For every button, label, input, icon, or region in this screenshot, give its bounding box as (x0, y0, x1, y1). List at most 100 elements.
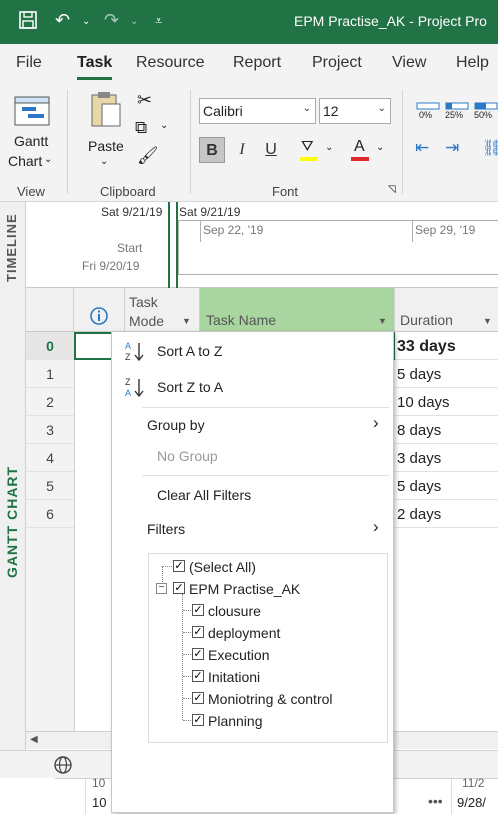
redo-dropdown-icon[interactable]: ⌄ (130, 16, 138, 27)
row-number[interactable]: 4 (26, 444, 74, 472)
sort-a-to-z-item[interactable]: A Z Sort A to Z (112, 332, 393, 368)
checkbox[interactable]: ✓ (192, 692, 204, 704)
project-option[interactable]: ✓ EPM Practise_AK (171, 579, 371, 599)
tab-task[interactable]: Task (77, 54, 113, 80)
copy-icon[interactable]: ⧉ (135, 118, 147, 138)
task-mode-label-1: Task (129, 294, 158, 310)
tab-file[interactable]: File (16, 54, 42, 72)
clear-all-filters-label: Clear All Filters (157, 487, 252, 503)
duration-cell[interactable]: 10 days (395, 388, 498, 416)
duration-cell[interactable]: 2 days (395, 500, 498, 528)
tab-help[interactable]: Help (456, 54, 489, 72)
italic-button[interactable]: I (229, 137, 255, 163)
task-name-filter-button[interactable]: ▼ (370, 288, 395, 332)
row-number[interactable]: 1 (26, 360, 74, 388)
checkbox[interactable]: ✓ (173, 582, 185, 594)
duration-column-header[interactable]: Duration ▼ (395, 288, 498, 332)
cut-icon[interactable]: ✂ (137, 90, 152, 111)
font-size-combo[interactable]: 12 ⌄ (319, 98, 391, 124)
duration-cell[interactable]: 3 days (395, 444, 498, 472)
filter-dropdown-icon[interactable]: ▼ (182, 316, 191, 326)
svg-text:Z: Z (125, 352, 131, 362)
undo-icon[interactable]: ↶ (55, 10, 70, 31)
gantt-chart-icon (14, 96, 50, 126)
twenty-five-percent-button[interactable]: 25% (445, 98, 469, 122)
tab-report[interactable]: Report (233, 54, 281, 72)
svg-text:A: A (125, 388, 131, 398)
select-all-option[interactable]: ✓ (Select All) (171, 557, 371, 577)
filter-option[interactable]: ✓ deployment (183, 623, 383, 643)
chevron-down-icon: ⌄ (100, 156, 109, 167)
filter-dropdown-icon[interactable]: ▼ (483, 316, 492, 326)
copy-dropdown-icon[interactable]: ⌄ (160, 120, 168, 131)
chevron-down-icon[interactable]: ⌄ (325, 142, 333, 153)
indicators-column-header[interactable] (74, 288, 125, 332)
tab-resource[interactable]: Resource (136, 54, 204, 72)
no-group-item[interactable]: No Group (112, 442, 393, 472)
sort-a-to-z-label: Sort A to Z (157, 343, 223, 359)
timeline-current-marker (168, 202, 170, 288)
row-number[interactable]: 6 (26, 500, 74, 528)
filters-item[interactable]: Filters › (112, 513, 393, 543)
filter-option[interactable]: ✓ Initationi (183, 667, 383, 687)
task-name-column-header[interactable]: Task Name (200, 288, 395, 332)
duration-cell[interactable]: 8 days (395, 416, 498, 444)
duration-cell[interactable]: 33 days (395, 332, 498, 360)
globe-icon[interactable] (53, 755, 73, 775)
checkbox[interactable]: ✓ (192, 670, 204, 682)
menu-separator (142, 475, 389, 476)
duration-cell[interactable]: 5 days (395, 360, 498, 388)
background-cell-text: 9/28/ (457, 795, 486, 810)
gantt-chart-button[interactable]: Gantt Chart ⌄ (8, 92, 54, 180)
save-icon[interactable] (18, 10, 38, 35)
column-filter-menu: A Z Sort A to Z Z A Sort Z to A Group by… (111, 331, 394, 813)
filter-values-tree: ✓ (Select All) − ✓ EPM Practise_AK ✓ clo… (148, 553, 388, 743)
link-tasks-icon[interactable]: ⛓ (482, 138, 498, 158)
row-number[interactable]: 0 (26, 332, 74, 360)
chevron-down-icon[interactable]: ⌄ (376, 142, 384, 153)
undo-dropdown-icon[interactable]: ⌄ (82, 16, 90, 27)
checkbox[interactable]: ✓ (192, 648, 204, 660)
underline-button[interactable]: U (258, 137, 284, 163)
bold-button[interactable]: B (199, 137, 225, 163)
collapse-icon[interactable]: − (156, 583, 167, 594)
row-number[interactable]: 3 (26, 416, 74, 444)
scroll-left-icon[interactable]: ◀ (30, 734, 38, 745)
redo-icon[interactable]: ↷ (104, 10, 119, 31)
row-number[interactable]: 5 (26, 472, 74, 500)
filter-option[interactable]: ✓ Planning (183, 711, 383, 731)
filter-option[interactable]: ✓ clousure (183, 601, 383, 621)
tab-view[interactable]: View (392, 54, 426, 72)
timeline-pane[interactable]: TIMELINE Sat 9/21/19 Sat 9/21/19 Sep 22,… (0, 202, 498, 288)
filter-option[interactable]: ✓ Moniotring & control (183, 689, 383, 709)
checkbox[interactable]: ✓ (192, 714, 204, 726)
duration-cell[interactable]: 5 days (395, 472, 498, 500)
fifty-percent-button[interactable]: 50% (474, 98, 498, 122)
customize-toolbar-icon[interactable]: ⩡ (155, 13, 162, 29)
format-painter-icon[interactable]: 🖌 (137, 146, 159, 166)
clear-all-filters-item[interactable]: Clear All Filters (112, 480, 393, 510)
font-dialog-launcher-icon[interactable]: ◹ (388, 184, 396, 195)
info-icon (90, 307, 108, 325)
paste-icon (91, 92, 121, 127)
checkbox[interactable]: ✓ (192, 604, 204, 616)
indent-icon[interactable]: ⇥ (445, 138, 459, 158)
task-mode-column-header[interactable]: Task Mode ▼ (125, 288, 200, 332)
zero-percent-button[interactable]: 0% (416, 98, 440, 122)
tab-project[interactable]: Project (312, 54, 362, 72)
checkbox[interactable]: ✓ (173, 560, 185, 572)
checkbox[interactable]: ✓ (192, 626, 204, 638)
outdent-icon[interactable]: ⇤ (415, 138, 429, 158)
sort-descending-icon: Z A (125, 377, 144, 398)
group-divider (67, 90, 68, 194)
select-all-corner[interactable] (26, 288, 74, 332)
row-number[interactable]: 2 (26, 388, 74, 416)
font-color-button[interactable]: A (348, 138, 372, 162)
group-by-item[interactable]: Group by › (112, 410, 393, 440)
highlight-button[interactable]: ⛛ (297, 138, 321, 162)
sort-z-to-a-item[interactable]: Z A Sort Z to A (112, 368, 393, 404)
font-name-combo[interactable]: Calibri ⌄ (199, 98, 316, 124)
paste-button[interactable]: Paste ⌄ (84, 90, 128, 174)
filter-option[interactable]: ✓ Execution (183, 645, 383, 665)
filter-dropdown-icon: ▼ (378, 316, 387, 326)
